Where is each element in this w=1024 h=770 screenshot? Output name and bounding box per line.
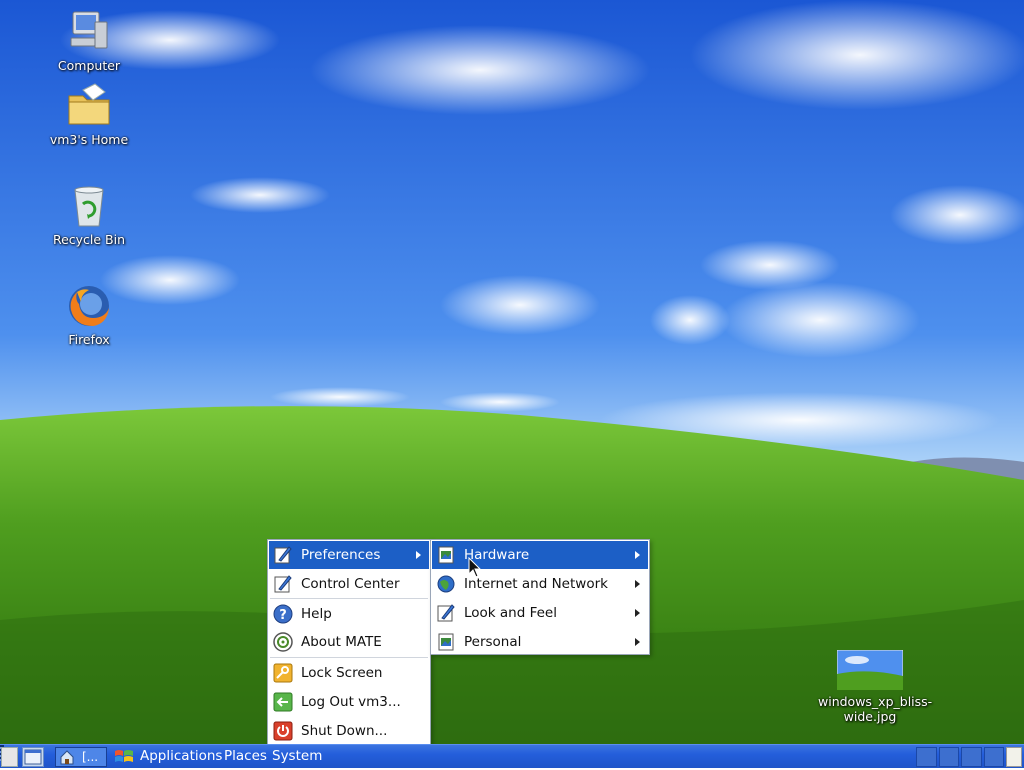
network-icon: [437, 575, 455, 593]
desktop-file-label-line1: windows_xp_bliss-: [818, 694, 933, 709]
workspace-1[interactable]: [916, 747, 937, 767]
desktop-icon-label: Computer: [57, 58, 121, 73]
submenu-item-look-and-feel[interactable]: Look and Feel: [432, 599, 648, 627]
menu-separator: [270, 657, 428, 658]
taskbar-task-label: [...: [82, 750, 99, 764]
menu-item-control-center[interactable]: Control Center: [269, 570, 429, 598]
menu-item-lock-screen[interactable]: Lock Screen: [269, 659, 429, 687]
show-desktop-button[interactable]: [1, 747, 18, 767]
image-file-icon: [837, 650, 903, 690]
firefox-icon: [69, 286, 109, 326]
menu-item-about-mate[interactable]: About MATE: [269, 628, 429, 656]
system-menu-button[interactable]: System: [272, 745, 322, 769]
desktop-icon-label: Recycle Bin: [52, 232, 126, 247]
computer-icon: [70, 11, 108, 49]
workspace-4[interactable]: [983, 747, 1004, 767]
desktop-icon-home[interactable]: vm3's Home: [39, 82, 139, 147]
window-list-applet-button[interactable]: [22, 747, 44, 767]
trash-applet-button[interactable]: [1006, 747, 1022, 767]
desktop-icon-firefox[interactable]: Firefox: [39, 282, 139, 347]
menu-item-log-out[interactable]: Log Out vm3...: [269, 688, 429, 716]
control-center-icon: [274, 575, 292, 593]
workspace-3[interactable]: [961, 747, 982, 767]
home-icon: [60, 750, 74, 765]
submenu-arrow-icon: [416, 551, 421, 559]
workspace-switcher[interactable]: [916, 747, 1004, 767]
lock-icon: [273, 663, 293, 683]
menu-item-shut-down[interactable]: Shut Down...: [269, 717, 429, 745]
submenu-item-internet-and-network[interactable]: Internet and Network: [432, 570, 648, 598]
preferences-submenu: Hardware Internet and Network Look and F…: [430, 539, 650, 655]
desktop-icon-recycle-bin[interactable]: Recycle Bin: [39, 182, 139, 247]
desktop-file-label-line2: wide.jpg: [843, 709, 897, 724]
hardware-icon: [438, 546, 454, 564]
menu-item-label: Log Out vm3...: [301, 694, 401, 710]
submenu-arrow-icon: [635, 609, 640, 617]
taskbar-task-button[interactable]: [...: [55, 747, 107, 767]
desktop-file-bliss-image[interactable]: windows_xp_bliss- wide.jpg: [818, 640, 933, 724]
recycle-bin-icon: [74, 186, 104, 227]
about-mate-icon: [273, 632, 293, 652]
submenu-arrow-icon: [635, 638, 640, 646]
svg-text:?: ?: [279, 608, 287, 623]
bottom-panel: [... Applications Places System: [0, 744, 1024, 768]
menu-separator: [270, 598, 428, 599]
menu-item-label: Help: [301, 606, 332, 622]
submenu-arrow-icon: [635, 551, 640, 559]
submenu-item-personal[interactable]: Personal: [432, 628, 648, 656]
shutdown-icon: [273, 721, 293, 741]
desktop-icon-label: Firefox: [68, 332, 110, 347]
menu-item-preferences[interactable]: Preferences: [269, 541, 429, 569]
mouse-cursor-icon: [468, 557, 482, 578]
preferences-icon: [274, 546, 292, 564]
submenu-arrow-icon: [635, 580, 640, 588]
system-menu: Preferences Control Center ? Help About …: [267, 539, 431, 744]
menu-item-label: Look and Feel: [464, 605, 557, 621]
menu-item-label: Internet and Network: [464, 576, 608, 592]
menu-item-label: Shut Down...: [301, 723, 388, 739]
logout-icon: [273, 692, 293, 712]
menu-item-label: Lock Screen: [301, 665, 383, 681]
look-and-feel-icon: [437, 604, 455, 622]
menu-item-label: Preferences: [301, 547, 381, 563]
home-folder-icon: [68, 83, 110, 125]
menu-item-label: About MATE: [301, 634, 382, 650]
places-menu[interactable]: Places: [224, 745, 267, 769]
windows-flag-icon[interactable]: [114, 748, 134, 766]
menu-item-label: Control Center: [301, 576, 400, 592]
menu-item-help[interactable]: ? Help: [269, 600, 429, 628]
desktop-icon-label: vm3's Home: [49, 132, 129, 147]
applications-menu[interactable]: Applications: [140, 745, 222, 769]
menu-item-label: Personal: [464, 634, 522, 650]
help-icon: ?: [273, 604, 293, 624]
submenu-item-hardware[interactable]: Hardware: [432, 541, 648, 569]
window-icon: [24, 749, 42, 765]
personal-icon: [438, 633, 454, 651]
workspace-2[interactable]: [938, 747, 959, 767]
desktop-icon-computer[interactable]: Computer: [39, 8, 139, 73]
